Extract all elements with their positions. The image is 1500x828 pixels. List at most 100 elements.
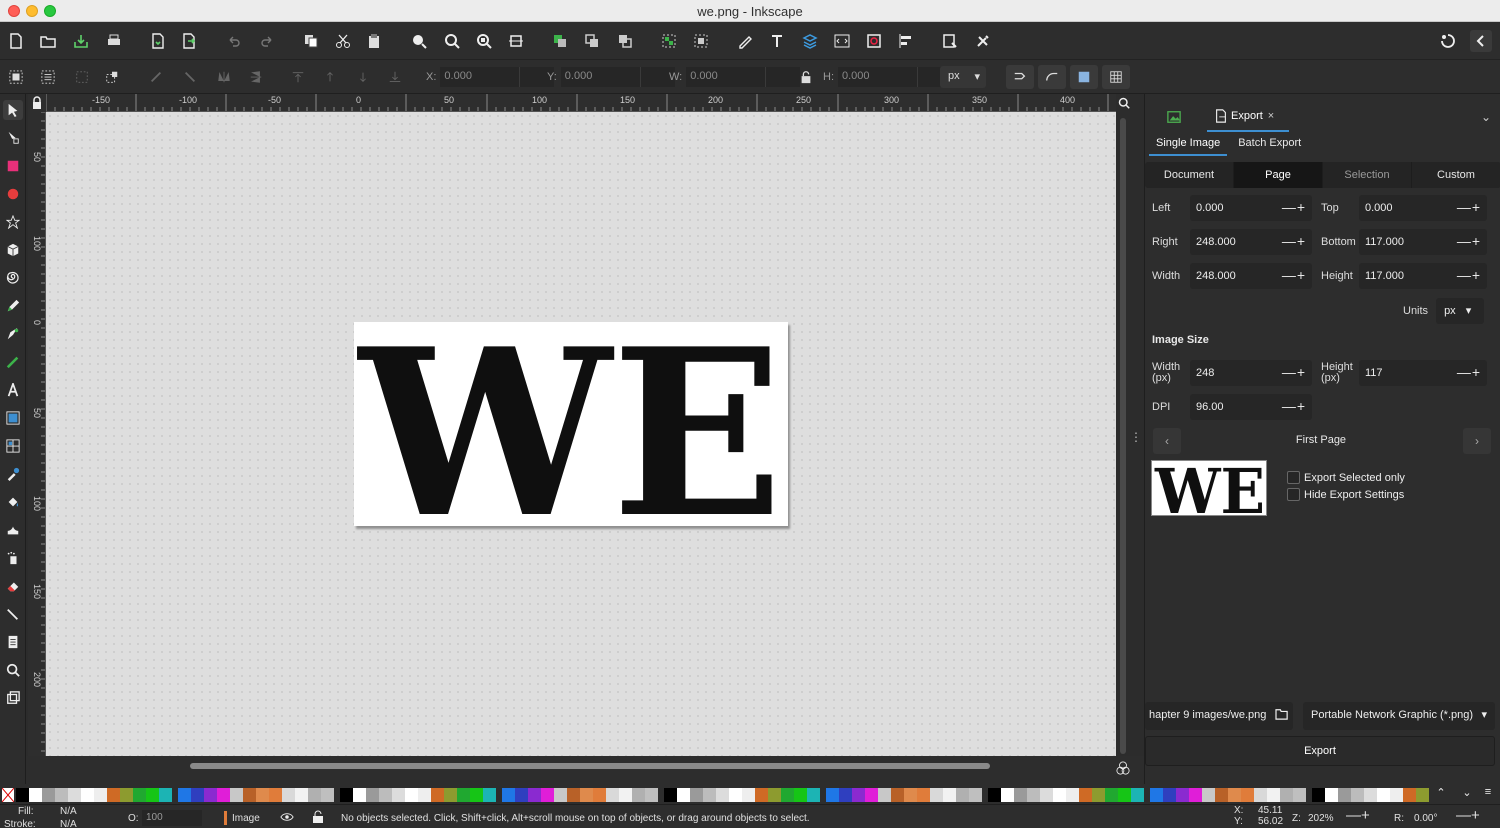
print-icon[interactable] (103, 30, 125, 52)
bottom-stepper[interactable]: —+ (1457, 233, 1481, 249)
color-swatch[interactable] (632, 788, 645, 802)
color-swatch[interactable] (1325, 788, 1338, 802)
color-swatch[interactable] (470, 788, 483, 802)
copy-icon[interactable] (300, 30, 322, 52)
export-selected-checkbox[interactable]: Export Selected only (1287, 471, 1405, 484)
zoom-stepper[interactable]: —+ (1346, 807, 1370, 824)
color-swatch[interactable] (457, 788, 470, 802)
color-swatch[interactable] (1001, 788, 1014, 802)
color-swatch[interactable] (230, 788, 243, 802)
layer-dropdown[interactable]: Image (232, 813, 260, 824)
color-swatch[interactable] (755, 788, 768, 802)
right-input[interactable]: 248.000 —+ (1190, 229, 1312, 255)
color-swatch[interactable] (1416, 788, 1429, 802)
dropper-tool-icon[interactable] (3, 464, 23, 484)
image-width-stepper[interactable]: —+ (1282, 364, 1306, 380)
deselect-icon[interactable] (72, 67, 92, 87)
color-swatch[interactable] (282, 788, 295, 802)
left-stepper[interactable]: —+ (1282, 199, 1306, 215)
clone-icon[interactable] (581, 30, 603, 52)
color-swatch[interactable] (904, 788, 917, 802)
star-tool-icon[interactable] (3, 212, 23, 232)
color-swatch[interactable] (567, 788, 580, 802)
color-swatch[interactable] (308, 788, 321, 802)
palette-scroll-up-icon[interactable]: ⌃ (1434, 784, 1448, 800)
color-swatch[interactable] (1403, 788, 1416, 802)
dock-handle-icon[interactable]: ⋮ (1130, 430, 1142, 444)
text-font-icon[interactable] (766, 30, 788, 52)
select-all-layers-icon[interactable] (38, 67, 58, 87)
fill-value[interactable]: N/A (60, 806, 77, 817)
unlink-clone-icon[interactable] (614, 30, 636, 52)
right-stepper[interactable]: —+ (1282, 233, 1306, 249)
color-swatch[interactable] (256, 788, 269, 802)
rotation-value[interactable]: 0.00° (1414, 813, 1437, 824)
color-swatch[interactable] (178, 788, 191, 802)
color-swatch[interactable] (1105, 788, 1118, 802)
selector-tool-icon[interactable] (3, 100, 23, 120)
color-swatch[interactable] (839, 788, 852, 802)
color-swatch[interactable] (1053, 788, 1066, 802)
color-swatch[interactable] (664, 788, 677, 802)
redo-icon[interactable] (256, 30, 278, 52)
color-swatch[interactable] (94, 788, 107, 802)
paint-bucket-tool-icon[interactable] (3, 492, 23, 512)
image-width-input[interactable]: 248 —+ (1190, 360, 1312, 386)
save-icon[interactable] (70, 30, 92, 52)
color-swatch[interactable] (878, 788, 891, 802)
color-swatch[interactable] (1377, 788, 1390, 802)
export-format-dropdown[interactable]: Portable Network Graphic (*.png) ▾ (1303, 702, 1495, 730)
checkbox-box[interactable] (1287, 488, 1300, 501)
width-stepper[interactable]: —+ (1282, 267, 1306, 283)
layer-visibility-icon[interactable] (280, 811, 294, 826)
dpi-stepper[interactable]: —+ (1282, 398, 1306, 414)
zoom-tool-icon[interactable] (3, 660, 23, 680)
top-input[interactable]: 0.000 —+ (1359, 195, 1487, 221)
paste-icon[interactable] (363, 30, 385, 52)
rotation-stepper[interactable]: —+ (1456, 807, 1480, 824)
color-swatch[interactable] (541, 788, 554, 802)
color-swatch[interactable] (340, 788, 353, 802)
color-swatch[interactable] (55, 788, 68, 802)
color-swatch[interactable] (1228, 788, 1241, 802)
color-swatch[interactable] (159, 788, 172, 802)
pen-tool-icon[interactable] (3, 324, 23, 344)
palette-menu-icon[interactable]: ≡ (1480, 784, 1496, 800)
color-swatch[interactable] (321, 788, 334, 802)
close-tab-icon[interactable]: × (1268, 110, 1274, 122)
tab-batch-export[interactable]: Batch Export (1231, 134, 1308, 156)
undo-icon[interactable] (223, 30, 245, 52)
zoom-drawing-icon[interactable] (441, 30, 463, 52)
snap-toggle-icon[interactable] (1437, 30, 1459, 52)
fill-stroke-icon[interactable] (734, 30, 756, 52)
color-swatch[interactable] (742, 788, 755, 802)
x-input[interactable]: 0.000 (440, 67, 521, 87)
collapse-icon[interactable] (1470, 30, 1492, 52)
color-swatch[interactable] (1189, 788, 1202, 802)
color-swatch[interactable] (42, 788, 55, 802)
export-button[interactable]: Export (1145, 736, 1495, 766)
color-swatch[interactable] (1312, 788, 1325, 802)
color-swatch[interactable] (1118, 788, 1131, 802)
rotate-ccw-icon[interactable] (146, 67, 166, 87)
scale-stroke-icon[interactable] (1006, 65, 1034, 89)
zoom-value[interactable]: 202% (1308, 813, 1334, 824)
preferences-icon[interactable] (972, 30, 994, 52)
calligraphy-tool-icon[interactable] (3, 352, 23, 372)
left-input[interactable]: 0.000 —+ (1190, 195, 1312, 221)
folder-open-icon[interactable] (1273, 708, 1289, 723)
rectangle-tool-icon[interactable] (3, 156, 23, 176)
color-swatch[interactable] (1176, 788, 1189, 802)
color-swatch[interactable] (81, 788, 94, 802)
color-swatch[interactable] (1131, 788, 1144, 802)
color-swatch[interactable] (988, 788, 1001, 802)
objects-icon[interactable] (863, 30, 885, 52)
color-swatch[interactable] (943, 788, 956, 802)
color-swatch[interactable] (243, 788, 256, 802)
color-swatch[interactable] (405, 788, 418, 802)
zoom-page-width-icon[interactable] (505, 30, 527, 52)
color-swatch[interactable] (1092, 788, 1105, 802)
align-distribute-icon[interactable] (895, 30, 917, 52)
no-paint-swatch[interactable] (1, 787, 15, 803)
width-input[interactable]: 248.000 —+ (1190, 263, 1312, 289)
